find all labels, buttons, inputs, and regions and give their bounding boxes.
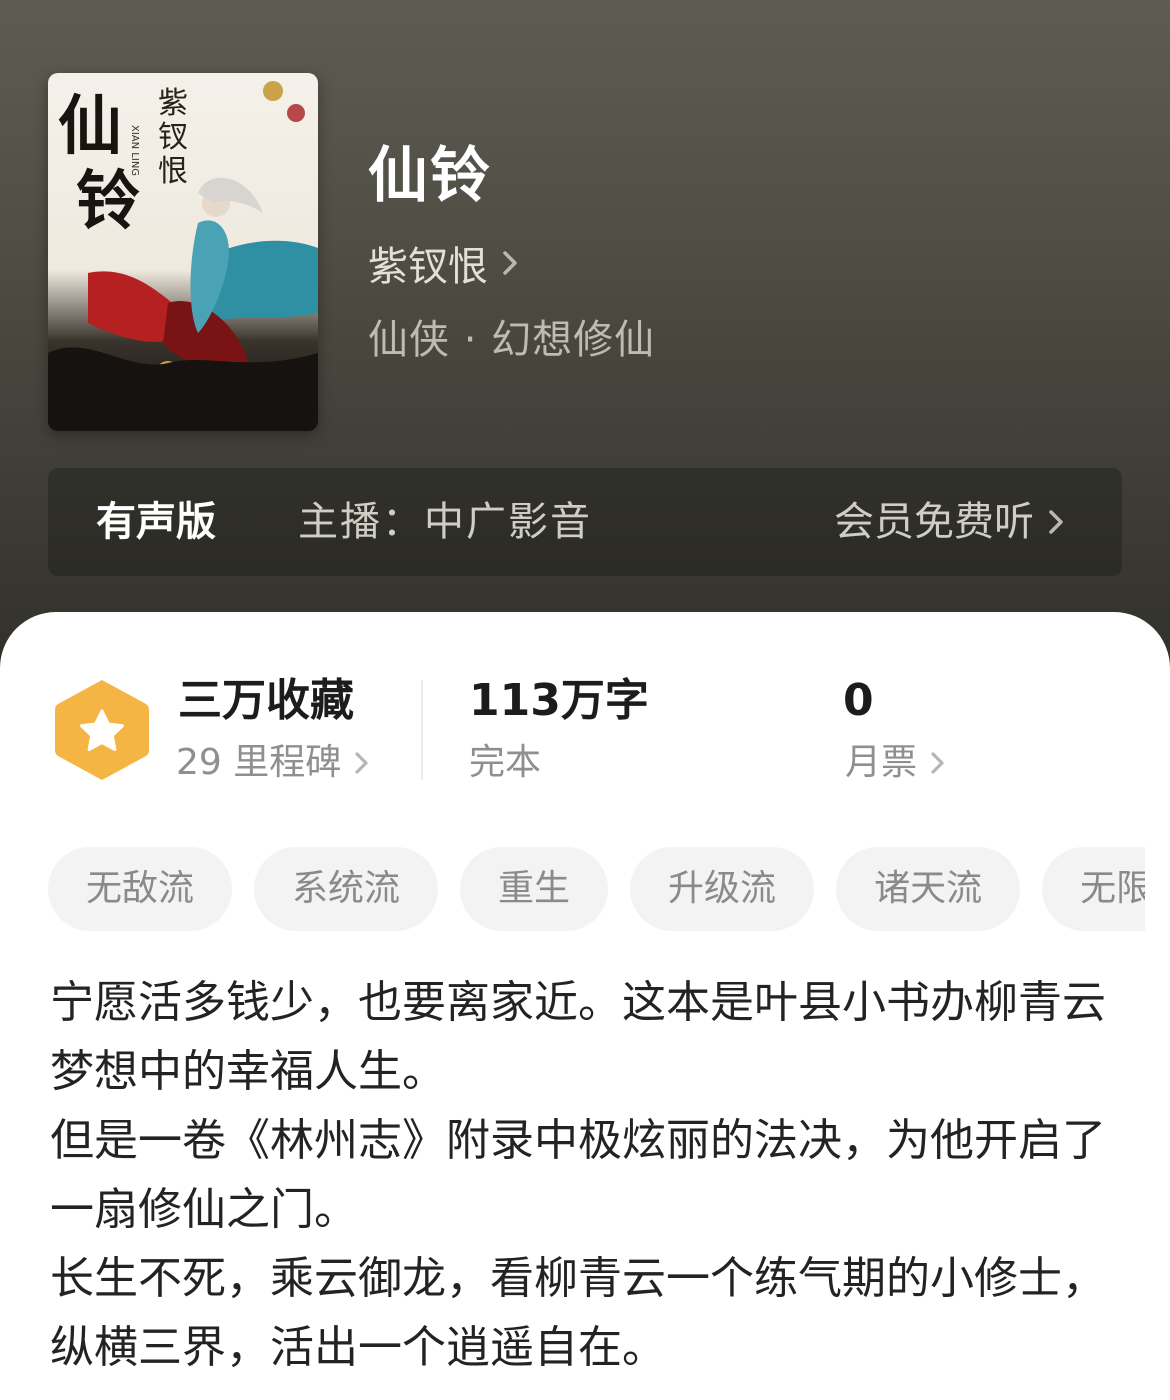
completion-status: 完本: [469, 742, 542, 783]
cover-title-char-1: 仙: [58, 89, 122, 164]
book-title: 仙铃: [368, 141, 492, 211]
description-paragraph: 长生不死，乘云御龙，看柳青云一个练气期的小修士，纵横三界，活出一个逍遥自在。: [50, 1253, 1106, 1373]
tag-chip[interactable]: 无限: [1042, 847, 1145, 931]
tag-chip[interactable]: 升级流: [630, 847, 815, 931]
tag-chip[interactable]: 诸天流: [836, 847, 1021, 931]
tag-chip[interactable]: 重生: [460, 847, 609, 931]
audiobook-host: 主播：中广影音: [298, 499, 592, 545]
description-paragraph: 但是一卷《林州志》附录中极炫丽的法决，为他开启了一扇修仙之门。: [50, 1115, 1106, 1235]
member-free-listen-label: 会员免费听: [834, 499, 1034, 545]
book-genre[interactable]: 仙侠 · 幻想修仙: [368, 312, 655, 368]
author-name: 紫钗恨: [368, 244, 488, 290]
book-cover[interactable]: 仙 铃 紫 钗 恨 XIAN LING: [48, 73, 318, 431]
cover-author-char-3: 恨: [158, 154, 188, 189]
stats-divider: [421, 680, 423, 780]
monthly-ticket-count: 0: [843, 675, 874, 726]
milestone-link[interactable]: 29 里程碑: [176, 738, 375, 788]
monthly-ticket-link[interactable]: 月票: [845, 738, 951, 788]
collect-count: 三万收藏: [178, 675, 354, 726]
chevron-right-icon: [355, 746, 375, 780]
tag-list: 无敌流 系统流 重生 升级流 诸天流 无限: [48, 847, 1145, 931]
description-paragraph: 宁愿活多钱少，也要离家近。这本是叶县小书办柳青云梦想中的幸福人生。: [50, 977, 1106, 1097]
tag-chip[interactable]: 无敌流: [48, 847, 233, 931]
monthly-ticket-label: 月票: [845, 742, 918, 783]
audiobook-label: 有声版: [96, 499, 216, 545]
word-count: 113万字: [469, 675, 649, 726]
chevron-right-icon: [502, 243, 530, 283]
author-link[interactable]: 紫钗恨: [368, 236, 530, 290]
audiobook-bar[interactable]: 有声版 主播：中广影音 会员免费听: [48, 468, 1122, 576]
chevron-right-icon: [931, 746, 951, 780]
cover-author-char-1: 紫: [158, 86, 188, 121]
book-description[interactable]: 宁愿活多钱少，也要离家近。这本是叶县小书办柳青云梦想中的幸福人生。 但是一卷《林…: [50, 968, 1125, 1382]
milestone-label: 29 里程碑: [176, 742, 342, 783]
member-free-listen-link[interactable]: 会员免费听: [834, 494, 1072, 550]
chevron-right-icon: [1048, 502, 1072, 542]
tag-chip[interactable]: 系统流: [254, 847, 439, 931]
cover-author-char-2: 钗: [158, 120, 188, 155]
star-badge-icon: [52, 676, 152, 784]
cover-pinyin: XIAN LING: [129, 125, 140, 176]
book-header: 仙 铃 紫 钗 恨 XIAN LING 仙铃 紫钗恨 仙侠 · 幻想修仙 有声版…: [0, 0, 1170, 700]
